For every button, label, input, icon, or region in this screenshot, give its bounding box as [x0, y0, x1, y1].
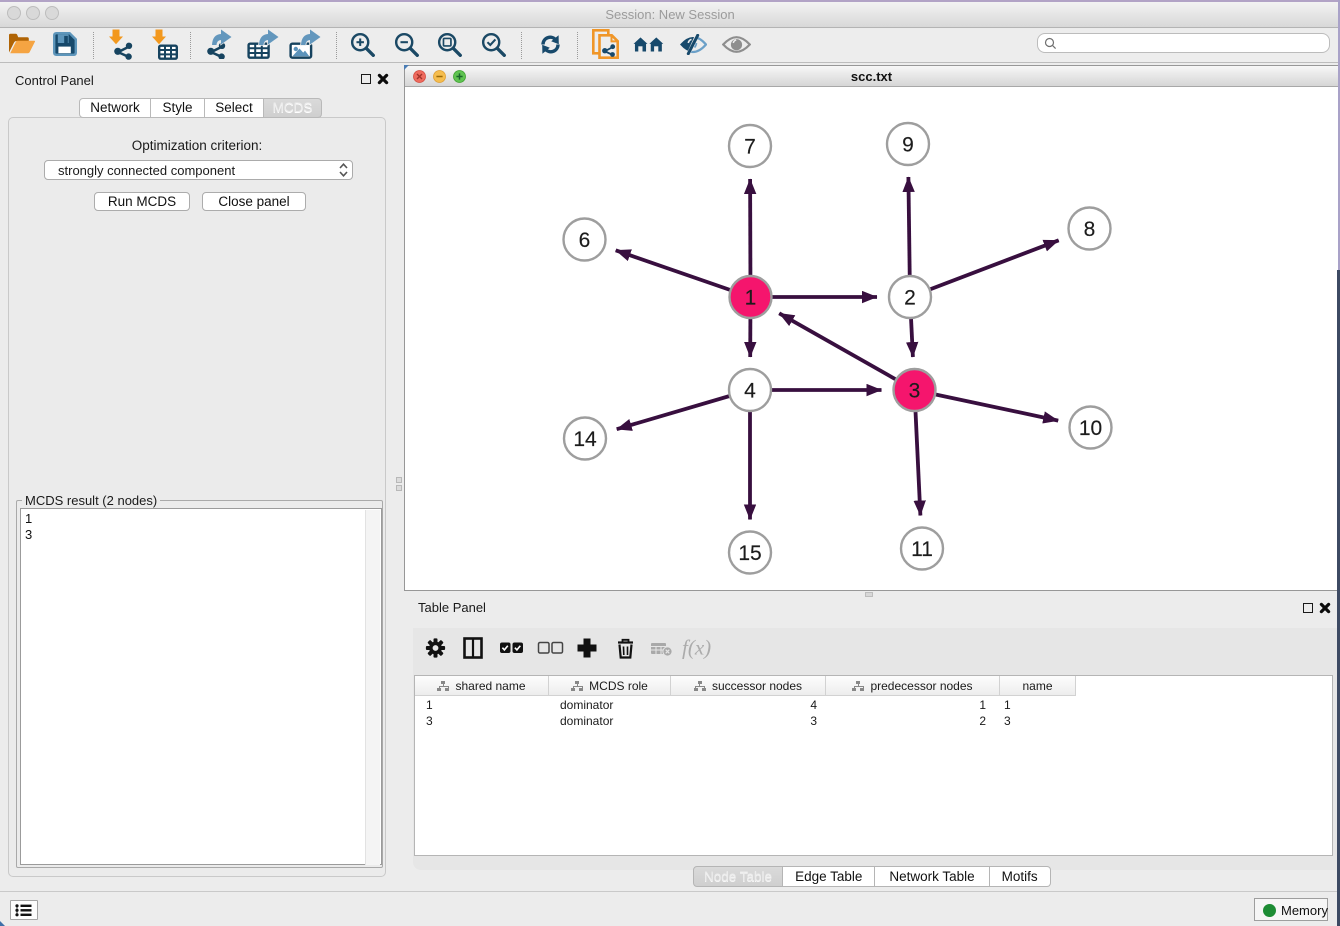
svg-text:8: 8	[1084, 218, 1096, 241]
svg-text:10: 10	[1079, 417, 1102, 440]
svg-text:15: 15	[738, 542, 761, 565]
svg-text:1: 1	[745, 287, 757, 310]
svg-text:f(x): f(x)	[682, 637, 711, 659]
svg-text:6: 6	[579, 229, 591, 252]
svg-text:9: 9	[902, 134, 914, 157]
svg-text:11: 11	[911, 538, 933, 561]
svg-text:3: 3	[909, 380, 921, 403]
svg-text:14: 14	[573, 428, 597, 451]
svg-text:7: 7	[744, 136, 756, 159]
svg-text:4: 4	[744, 380, 756, 403]
svg-text:2: 2	[904, 287, 916, 310]
